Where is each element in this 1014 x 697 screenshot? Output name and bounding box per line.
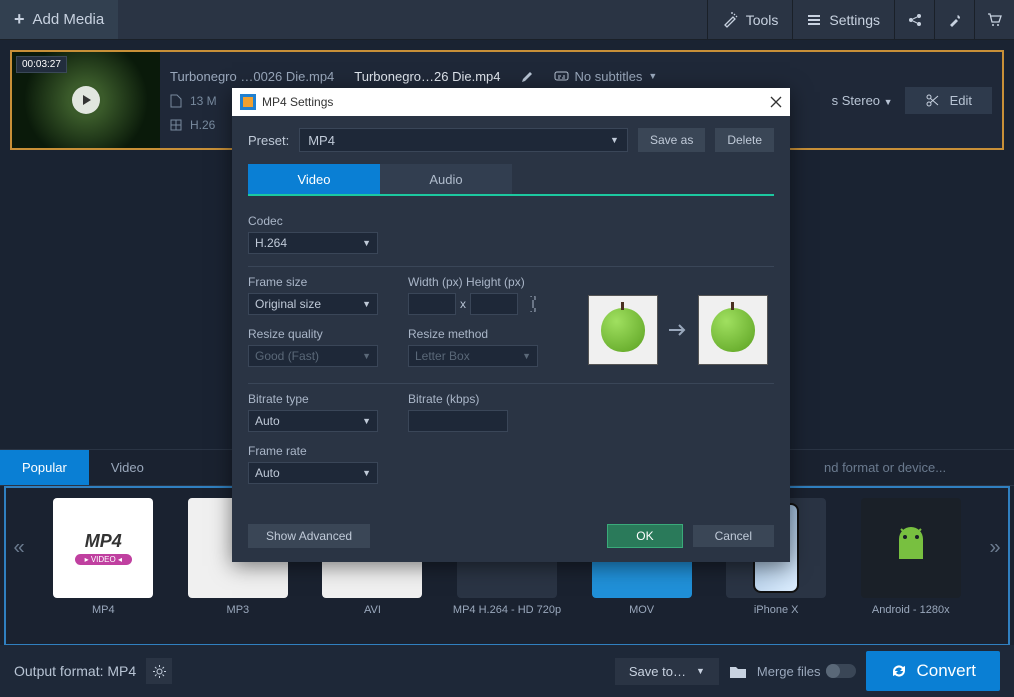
frame-size-select[interactable]: Original size ▼ <box>248 293 378 315</box>
wand-icon <box>722 12 738 28</box>
subtitles-select[interactable]: No subtitles ▼ <box>554 69 658 84</box>
file-icon <box>170 94 182 108</box>
menu-icon <box>807 13 821 27</box>
codec-info: H.26 <box>190 118 215 132</box>
bitrate-type-select[interactable]: Auto ▼ <box>248 410 378 432</box>
dialog-titlebar: MP4 Settings <box>232 88 790 116</box>
edit-button[interactable]: Edit <box>905 87 992 114</box>
preview-before <box>588 295 658 365</box>
frame-rate-select[interactable]: Auto ▼ <box>248 462 378 484</box>
dialog-title: MP4 Settings <box>262 95 333 109</box>
format-search-input[interactable]: nd format or device... <box>814 450 1014 485</box>
format-icon-android <box>861 498 961 598</box>
duration-badge: 00:03:27 <box>16 56 67 73</box>
media-filename: Turbonegro …0026 Die.mp4 <box>170 69 334 84</box>
format-icon-mp4: MP4 ▸ VIDEO ◂ <box>53 498 153 598</box>
merge-files-toggle[interactable]: Merge files <box>757 664 857 679</box>
tab-video[interactable]: Video <box>89 450 166 485</box>
resize-quality-select[interactable]: Good (Fast) ▼ <box>248 345 378 367</box>
show-advanced-button[interactable]: Show Advanced <box>248 524 370 548</box>
tools-button[interactable]: Tools <box>707 0 793 39</box>
toggle-switch[interactable] <box>826 664 856 678</box>
resize-method-label: Resize method <box>408 327 538 341</box>
close-icon[interactable] <box>770 96 782 108</box>
delete-preset-button[interactable]: Delete <box>715 128 774 152</box>
plus-icon: + <box>14 9 25 30</box>
ok-button[interactable]: OK <box>607 524 682 548</box>
app-icon <box>240 94 256 110</box>
bitrate-input[interactable] <box>408 410 508 432</box>
preset-label: Preset: <box>248 133 289 148</box>
gear-icon <box>152 664 167 679</box>
codec-label: Codec <box>248 214 774 228</box>
preset-select[interactable]: MP4 ▼ <box>299 128 628 152</box>
format-card-android[interactable]: Android - 1280x <box>849 498 972 634</box>
convert-button[interactable]: Convert <box>866 651 1000 691</box>
resize-preview <box>588 295 768 365</box>
media-filename-active: Turbonegro…26 Die.mp4 <box>354 69 500 84</box>
share-button[interactable] <box>894 0 934 39</box>
refresh-icon <box>890 662 908 680</box>
frame-rate-label: Frame rate <box>248 444 378 458</box>
play-icon[interactable] <box>72 86 100 114</box>
caret-down-icon: ▼ <box>362 238 371 248</box>
tab-audio-settings[interactable]: Audio <box>380 164 512 194</box>
lock-aspect-icon[interactable] <box>528 296 538 312</box>
cart-button[interactable] <box>974 0 1014 39</box>
width-input[interactable] <box>408 293 456 315</box>
caret-down-icon: ▼ <box>884 97 893 107</box>
caret-down-icon: ▼ <box>522 351 531 361</box>
edit-name-icon[interactable] <box>521 70 534 83</box>
resize-quality-label: Resize quality <box>248 327 378 341</box>
height-input[interactable] <box>470 293 518 315</box>
caret-down-icon: ▼ <box>648 71 657 81</box>
save-as-button[interactable]: Save as <box>638 128 705 152</box>
folder-icon[interactable] <box>729 664 747 679</box>
audio-channels-select[interactable]: s Stereo ▼ <box>832 93 893 108</box>
bitrate-label: Bitrate (kbps) <box>408 392 508 406</box>
frame-size-label: Frame size <box>248 275 378 289</box>
cart-icon <box>987 12 1002 27</box>
cancel-button[interactable]: Cancel <box>693 525 774 547</box>
caret-down-icon: ▼ <box>362 299 371 309</box>
save-to-button[interactable]: Save to… ▼ <box>615 658 719 685</box>
subtitle-icon <box>554 70 569 83</box>
settings-button[interactable]: Settings <box>792 0 894 39</box>
format-card-mp4[interactable]: MP4 ▸ VIDEO ◂ MP4 <box>42 498 165 634</box>
tab-video-settings[interactable]: Video <box>248 164 380 194</box>
arrow-right-icon <box>668 322 688 338</box>
tab-popular[interactable]: Popular <box>0 450 89 485</box>
media-controls: s Stereo ▼ Edit <box>832 52 1002 148</box>
format-prev-button[interactable]: « <box>4 536 34 559</box>
resolution-icon <box>170 119 182 131</box>
caret-down-icon: ▼ <box>362 351 371 361</box>
wrench-button[interactable] <box>934 0 974 39</box>
resize-method-select[interactable]: Letter Box ▼ <box>408 345 538 367</box>
codec-select[interactable]: H.264 ▼ <box>248 232 378 254</box>
preview-after <box>698 295 768 365</box>
share-icon <box>908 13 922 27</box>
height-label: Height (px) <box>466 275 525 289</box>
bitrate-type-label: Bitrate type <box>248 392 378 406</box>
wrench-icon <box>948 13 962 27</box>
bottom-bar: Output format: MP4 Save to… ▼ Merge file… <box>0 645 1014 697</box>
scissors-icon <box>925 93 940 108</box>
caret-down-icon: ▼ <box>362 468 371 478</box>
output-settings-button[interactable] <box>146 658 172 684</box>
mp4-settings-dialog: MP4 Settings Preset: MP4 ▼ Save as Delet… <box>232 88 790 562</box>
caret-down-icon: ▼ <box>362 416 371 426</box>
output-format-label: Output format: MP4 <box>14 663 136 679</box>
top-toolbar: + Add Media Tools Settings <box>0 0 1014 40</box>
caret-down-icon: ▼ <box>696 666 705 676</box>
caret-down-icon: ▼ <box>610 135 619 145</box>
add-media-label: Add Media <box>33 11 105 28</box>
width-label: Width (px) <box>408 275 463 289</box>
add-media-button[interactable]: + Add Media <box>0 0 118 39</box>
format-next-button[interactable]: » <box>980 536 1010 559</box>
video-thumbnail[interactable]: 00:03:27 <box>12 52 160 148</box>
file-size: 13 M <box>190 94 217 108</box>
